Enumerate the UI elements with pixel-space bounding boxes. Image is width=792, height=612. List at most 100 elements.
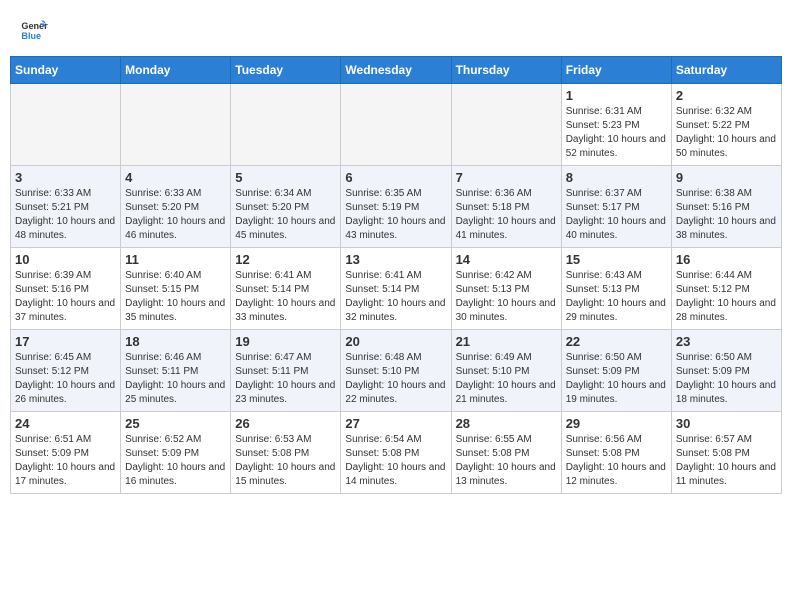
day-number: 25	[125, 416, 226, 431]
day-number: 12	[235, 252, 336, 267]
day-number: 19	[235, 334, 336, 349]
calendar-cell: 4 Sunrise: 6:33 AM Sunset: 5:20 PM Daylig…	[121, 166, 231, 248]
day-info: Sunrise: 6:33 AM Sunset: 5:21 PM Dayligh…	[15, 187, 116, 243]
calendar-cell: 27Sunrise: 6:54 AM Sunset: 5:08 PM Dayli…	[341, 412, 451, 494]
day-number: 6	[345, 170, 446, 185]
calendar-cell	[121, 84, 231, 166]
day-number: 26	[235, 416, 336, 431]
weekday-header-sunday: Sunday	[11, 57, 121, 84]
day-number: 13	[345, 252, 446, 267]
logo: General Blue	[20, 15, 48, 43]
day-info: Sunrise: 6:45 AM Sunset: 5:12 PM Dayligh…	[15, 351, 116, 407]
calendar-cell: 9 Sunrise: 6:38 AM Sunset: 5:16 PM Daylig…	[671, 166, 781, 248]
calendar-cell	[11, 84, 121, 166]
calendar-week-row: 17 Sunrise: 6:45 AM Sunset: 5:12 PM Dayli…	[11, 330, 782, 412]
svg-text:Blue: Blue	[21, 31, 41, 41]
day-number: 8	[566, 170, 667, 185]
day-info: Sunrise: 6:41 AM Sunset: 5:14 PM Dayligh…	[235, 269, 336, 325]
day-number: 27	[345, 416, 446, 431]
calendar-cell: 16Sunrise: 6:44 AM Sunset: 5:12 PM Dayli…	[671, 248, 781, 330]
calendar-cell: 19 Sunrise: 6:47 AM Sunset: 5:11 PM Dayli…	[231, 330, 341, 412]
logo-icon: General Blue	[20, 15, 48, 43]
day-info: Sunrise: 6:43 AM Sunset: 5:13 PM Dayligh…	[566, 269, 667, 325]
day-info: Sunrise: 6:47 AM Sunset: 5:11 PM Dayligh…	[235, 351, 336, 407]
day-info: Sunrise: 6:44 AM Sunset: 5:12 PM Dayligh…	[676, 269, 777, 325]
day-number: 17	[15, 334, 116, 349]
day-info: Sunrise: 6:31 AM Sunset: 5:23 PM Dayligh…	[566, 105, 667, 161]
day-info: Sunrise: 6:35 AM Sunset: 5:19 PM Dayligh…	[345, 187, 446, 243]
day-number: 28	[456, 416, 557, 431]
calendar-cell	[231, 84, 341, 166]
weekday-header-saturday: Saturday	[671, 57, 781, 84]
day-info: Sunrise: 6:38 AM Sunset: 5:16 PM Dayligh…	[676, 187, 777, 243]
day-number: 21	[456, 334, 557, 349]
calendar-cell: 7Sunrise: 6:36 AM Sunset: 5:18 PM Daylig…	[451, 166, 561, 248]
calendar-cell: 14Sunrise: 6:42 AM Sunset: 5:13 PM Dayli…	[451, 248, 561, 330]
calendar-cell: 8 Sunrise: 6:37 AM Sunset: 5:17 PM Daylig…	[561, 166, 671, 248]
day-info: Sunrise: 6:33 AM Sunset: 5:20 PM Dayligh…	[125, 187, 226, 243]
day-info: Sunrise: 6:55 AM Sunset: 5:08 PM Dayligh…	[456, 433, 557, 489]
weekday-header-wednesday: Wednesday	[341, 57, 451, 84]
calendar-cell: 20 Sunrise: 6:48 AM Sunset: 5:10 PM Dayli…	[341, 330, 451, 412]
day-info: Sunrise: 6:50 AM Sunset: 5:09 PM Dayligh…	[566, 351, 667, 407]
calendar-table: SundayMondayTuesdayWednesdayThursdayFrid…	[10, 56, 782, 494]
calendar-cell: 5 Sunrise: 6:34 AM Sunset: 5:20 PM Daylig…	[231, 166, 341, 248]
day-number: 5	[235, 170, 336, 185]
weekday-header-row: SundayMondayTuesdayWednesdayThursdayFrid…	[11, 57, 782, 84]
calendar-cell	[451, 84, 561, 166]
calendar-cell: 11 Sunrise: 6:40 AM Sunset: 5:15 PM Dayli…	[121, 248, 231, 330]
day-info: Sunrise: 6:40 AM Sunset: 5:15 PM Dayligh…	[125, 269, 226, 325]
weekday-header-thursday: Thursday	[451, 57, 561, 84]
weekday-header-monday: Monday	[121, 57, 231, 84]
day-number: 10	[15, 252, 116, 267]
calendar-cell: 25 Sunrise: 6:52 AM Sunset: 5:09 PM Dayli…	[121, 412, 231, 494]
day-info: Sunrise: 6:50 AM Sunset: 5:09 PM Dayligh…	[676, 351, 777, 407]
day-number: 20	[345, 334, 446, 349]
day-info: Sunrise: 6:34 AM Sunset: 5:20 PM Dayligh…	[235, 187, 336, 243]
calendar-cell	[341, 84, 451, 166]
calendar-cell: 17 Sunrise: 6:45 AM Sunset: 5:12 PM Dayli…	[11, 330, 121, 412]
calendar-cell: 29Sunrise: 6:56 AM Sunset: 5:08 PM Dayli…	[561, 412, 671, 494]
calendar-cell: 23 Sunrise: 6:50 AM Sunset: 5:09 PM Dayli…	[671, 330, 781, 412]
calendar-week-row: 1Sunrise: 6:31 AM Sunset: 5:23 PM Daylig…	[11, 84, 782, 166]
calendar-cell: 6 Sunrise: 6:35 AM Sunset: 5:19 PM Daylig…	[341, 166, 451, 248]
calendar-cell: 15 Sunrise: 6:43 AM Sunset: 5:13 PM Dayli…	[561, 248, 671, 330]
day-number: 9	[676, 170, 777, 185]
day-info: Sunrise: 6:48 AM Sunset: 5:10 PM Dayligh…	[345, 351, 446, 407]
calendar-cell: 2 Sunrise: 6:32 AM Sunset: 5:22 PM Daylig…	[671, 84, 781, 166]
day-number: 29	[566, 416, 667, 431]
day-info: Sunrise: 6:37 AM Sunset: 5:17 PM Dayligh…	[566, 187, 667, 243]
day-number: 4	[125, 170, 226, 185]
calendar-cell: 10 Sunrise: 6:39 AM Sunset: 5:16 PM Dayli…	[11, 248, 121, 330]
day-number: 23	[676, 334, 777, 349]
weekday-header-friday: Friday	[561, 57, 671, 84]
day-number: 15	[566, 252, 667, 267]
calendar-week-row: 10 Sunrise: 6:39 AM Sunset: 5:16 PM Dayli…	[11, 248, 782, 330]
calendar-cell: 1Sunrise: 6:31 AM Sunset: 5:23 PM Daylig…	[561, 84, 671, 166]
page-header: General Blue	[10, 10, 782, 48]
day-info: Sunrise: 6:41 AM Sunset: 5:14 PM Dayligh…	[345, 269, 446, 325]
day-number: 30	[676, 416, 777, 431]
calendar-cell: 21 Sunrise: 6:49 AM Sunset: 5:10 PM Dayli…	[451, 330, 561, 412]
day-info: Sunrise: 6:32 AM Sunset: 5:22 PM Dayligh…	[676, 105, 777, 161]
day-info: Sunrise: 6:39 AM Sunset: 5:16 PM Dayligh…	[15, 269, 116, 325]
day-number: 2	[676, 88, 777, 103]
calendar-cell: 30Sunrise: 6:57 AM Sunset: 5:08 PM Dayli…	[671, 412, 781, 494]
calendar-cell: 13 Sunrise: 6:41 AM Sunset: 5:14 PM Dayli…	[341, 248, 451, 330]
day-number: 22	[566, 334, 667, 349]
calendar-cell: 28 Sunrise: 6:55 AM Sunset: 5:08 PM Dayli…	[451, 412, 561, 494]
day-number: 11	[125, 252, 226, 267]
day-info: Sunrise: 6:53 AM Sunset: 5:08 PM Dayligh…	[235, 433, 336, 489]
day-number: 18	[125, 334, 226, 349]
day-info: Sunrise: 6:42 AM Sunset: 5:13 PM Dayligh…	[456, 269, 557, 325]
calendar-cell: 24 Sunrise: 6:51 AM Sunset: 5:09 PM Dayli…	[11, 412, 121, 494]
day-number: 3	[15, 170, 116, 185]
day-number: 24	[15, 416, 116, 431]
day-info: Sunrise: 6:52 AM Sunset: 5:09 PM Dayligh…	[125, 433, 226, 489]
calendar-cell: 3 Sunrise: 6:33 AM Sunset: 5:21 PM Daylig…	[11, 166, 121, 248]
day-info: Sunrise: 6:36 AM Sunset: 5:18 PM Dayligh…	[456, 187, 557, 243]
day-info: Sunrise: 6:49 AM Sunset: 5:10 PM Dayligh…	[456, 351, 557, 407]
day-info: Sunrise: 6:51 AM Sunset: 5:09 PM Dayligh…	[15, 433, 116, 489]
calendar-cell: 12 Sunrise: 6:41 AM Sunset: 5:14 PM Dayli…	[231, 248, 341, 330]
calendar-week-row: 3 Sunrise: 6:33 AM Sunset: 5:21 PM Daylig…	[11, 166, 782, 248]
